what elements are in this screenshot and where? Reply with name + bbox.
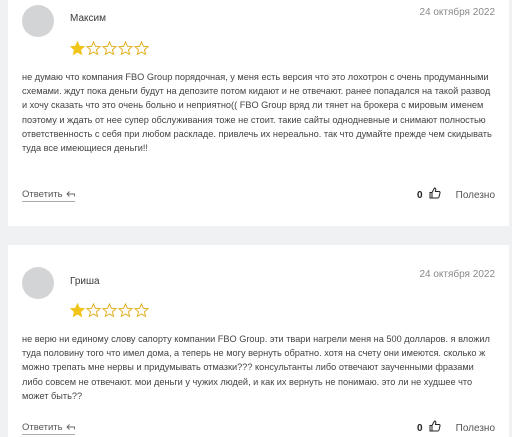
likes-count: 0 <box>417 190 423 201</box>
star-icon <box>86 303 101 318</box>
reply-label: Ответить <box>22 422 63 433</box>
star-icon <box>86 41 101 56</box>
rating-stars <box>70 41 149 56</box>
thumbs-up-icon[interactable] <box>429 420 441 432</box>
star-icon <box>70 303 85 318</box>
reply-button[interactable]: Ответить <box>22 422 75 435</box>
review-date: 24 октября 2022 <box>419 7 495 18</box>
rating-stars <box>70 303 149 318</box>
reply-button[interactable]: Ответить <box>22 189 75 202</box>
review-text: не думаю что компания FBO Group порядочн… <box>22 72 492 154</box>
reply-arrow-icon <box>65 422 75 433</box>
review-author: Гриша <box>70 276 100 287</box>
review-date: 24 октября 2022 <box>419 269 495 280</box>
reply-label: Ответить <box>22 189 63 200</box>
avatar <box>22 267 54 299</box>
star-icon <box>134 41 149 56</box>
review-author: Максим <box>70 13 106 24</box>
likes-count: 0 <box>417 423 423 434</box>
reply-arrow-icon <box>65 189 75 200</box>
star-icon <box>102 41 117 56</box>
star-icon <box>118 41 133 56</box>
star-icon <box>134 303 149 318</box>
useful-button[interactable]: Полезно <box>456 423 495 434</box>
star-icon <box>102 303 117 318</box>
review-card: Гриша 24 октября 2022 не верю ни единому… <box>8 245 509 437</box>
thumbs-up-icon[interactable] <box>429 187 441 199</box>
star-icon <box>70 41 85 56</box>
review-card: Максим 24 октября 2022 не думаю что комп… <box>8 0 509 226</box>
star-icon <box>118 303 133 318</box>
useful-button[interactable]: Полезно <box>456 190 495 201</box>
review-text: не верю ни единому слову сапорту компани… <box>22 334 490 401</box>
avatar <box>22 5 54 37</box>
